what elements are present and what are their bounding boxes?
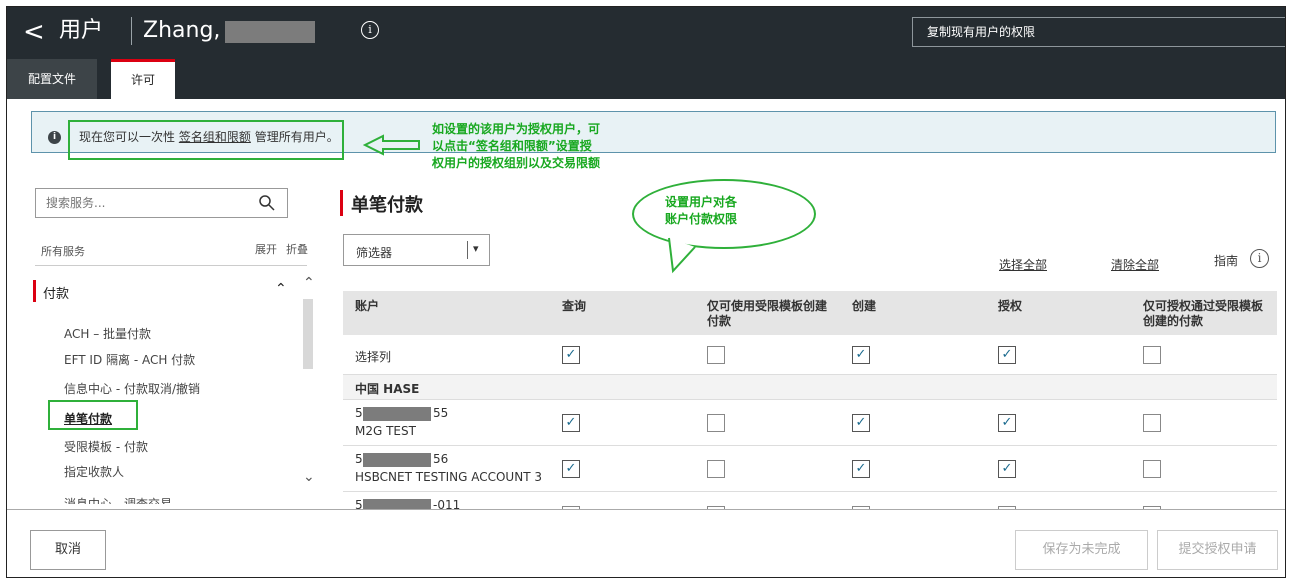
copy-permissions-select[interactable]: 复制现有用户的权限	[912, 17, 1285, 47]
filter-label: 筛选器	[356, 246, 393, 260]
info-icon: i	[48, 131, 61, 144]
checkbox[interactable]: ✓	[998, 414, 1016, 432]
checkbox[interactable]	[707, 460, 725, 478]
title-marker	[340, 190, 343, 216]
account-suffix: -011	[433, 498, 461, 509]
group-label: 中国 HASE	[355, 382, 420, 396]
footer-divider	[7, 509, 1285, 510]
chevron-up-icon[interactable]: ⌃	[275, 281, 287, 297]
redacted-account	[363, 499, 431, 509]
checkbox[interactable]: ✓	[852, 414, 870, 432]
table-row: 5 56 HSBCNET TESTING ACCOUNT 3 ✓ ✓ ✓	[343, 446, 1277, 492]
checkbox[interactable]	[1143, 414, 1161, 432]
sidebar-item-payee[interactable]: 指定收款人	[64, 463, 124, 480]
account-prefix: 5	[355, 406, 363, 420]
checkbox[interactable]: ✓	[562, 414, 580, 432]
sidebar-item-single-payment[interactable]: 单笔付款	[64, 410, 112, 427]
account-suffix: 56	[433, 452, 449, 466]
checkbox[interactable]: ✓	[852, 346, 870, 364]
filter-divider	[467, 241, 468, 259]
select-all-link[interactable]: 选择全部	[999, 256, 1047, 273]
chevron-down-icon: ▾	[473, 242, 479, 255]
scroll-up-icon[interactable]: ⌃	[303, 275, 315, 291]
cancel-button[interactable]: 取消	[30, 530, 106, 570]
clear-all-link[interactable]: 清除全部	[1111, 256, 1159, 273]
checkbox[interactable]: ✓	[562, 460, 580, 478]
account-prefix: 5	[355, 498, 363, 509]
col-restricted-create: 仅可使用受限模板创建 付款	[707, 299, 828, 328]
redacted-account	[363, 407, 431, 421]
redacted-name	[225, 21, 315, 43]
checkbox[interactable]	[1143, 346, 1161, 364]
category-marker	[33, 280, 36, 302]
checkbox[interactable]: ✓	[998, 460, 1016, 478]
filter-dropdown[interactable]: 筛选器 ▾	[343, 234, 490, 266]
tab-bar: 配置文件 许可	[7, 59, 1285, 99]
guide-label[interactable]: 指南	[1214, 252, 1238, 269]
col-create: 创建	[852, 299, 877, 313]
account-name: HSBCNET TESTING ACCOUNT 3	[355, 470, 542, 484]
col-authorize: 授权	[998, 299, 1023, 313]
table-row-select: 选择列 ✓ ✓ ✓	[343, 335, 1277, 375]
checkbox[interactable]: ✓	[998, 346, 1016, 364]
collapse-link[interactable]: 折叠	[286, 241, 308, 257]
sidebar-item-restricted-template[interactable]: 受限模板 - 付款	[64, 438, 148, 455]
section-title: 单笔付款	[351, 195, 423, 216]
highlight-box	[68, 120, 344, 160]
arrow-left-icon	[363, 134, 420, 156]
bubble-tail	[668, 237, 696, 274]
checkbox[interactable]	[707, 414, 725, 432]
bubble-note: 设置用户对各 账户付款权限	[665, 195, 738, 226]
redacted-account	[363, 453, 431, 467]
account-suffix: 55	[433, 406, 449, 420]
divider	[35, 265, 307, 266]
category-payments[interactable]: 付款	[43, 283, 69, 302]
expand-link[interactable]: 展开	[255, 241, 277, 257]
col-account: 账户	[355, 299, 380, 313]
title-divider	[131, 17, 132, 45]
checkbox[interactable]	[707, 346, 725, 364]
table-group-row: 中国 HASE	[343, 375, 1277, 400]
search-icon[interactable]	[258, 194, 276, 212]
tab-permissions[interactable]: 许可	[111, 59, 175, 99]
sidebar-item-eft[interactable]: EFT ID 隔离 - ACH 付款	[64, 351, 195, 368]
app-frame: < 用户 Zhang, i 复制现有用户的权限 配置文件 许可 i 现在您可以一…	[6, 6, 1286, 578]
col-restricted-authorize: 仅可授权通过受限模板 创建的付款	[1143, 299, 1264, 328]
select-row-label: 选择列	[355, 350, 392, 364]
search-box	[35, 188, 288, 218]
scroll-down-icon[interactable]: ⌄	[303, 469, 315, 485]
info-icon[interactable]: i	[1250, 249, 1269, 268]
tab-profile[interactable]: 配置文件	[7, 59, 97, 99]
search-input[interactable]	[46, 196, 246, 210]
checkbox[interactable]: ✓	[562, 346, 580, 364]
col-view: 查询	[562, 299, 587, 313]
sidebar-item-cancel[interactable]: 信息中心 - 付款取消/撤销	[64, 380, 200, 397]
table-header: 账户 查询 仅可使用受限模板创建 付款 创建 授权 仅可授权通过受限模板 创建的…	[343, 291, 1277, 335]
annotation-note: 如设置的该用户为授权用户，可 以点击“签名组和限额”设置授 权用户的授权组别以及…	[432, 122, 601, 170]
sidebar-item-ach[interactable]: ACH – 批量付款	[64, 325, 151, 342]
checkbox[interactable]	[1143, 460, 1161, 478]
table-row: 5 55 M2G TEST ✓ ✓ ✓	[343, 400, 1277, 446]
checkbox[interactable]: ✓	[852, 460, 870, 478]
submit-approval-button[interactable]: 提交授权申请	[1157, 530, 1278, 570]
sidebar-item-inquiry[interactable]: 消息中心 - 调查交易	[64, 495, 172, 504]
info-icon[interactable]: i	[361, 21, 379, 39]
user-name: Zhang,	[143, 18, 221, 43]
table-row: 5 -011	[343, 492, 1277, 509]
save-draft-button[interactable]: 保存为未完成	[1015, 530, 1148, 570]
top-bar: < 用户 Zhang, i 复制现有用户的权限	[7, 7, 1285, 59]
account-prefix: 5	[355, 452, 363, 466]
back-arrow-icon[interactable]: <	[23, 17, 45, 47]
all-services-label: 所有服务	[41, 245, 85, 258]
scrollbar-thumb[interactable]	[303, 299, 313, 369]
page-title: 用户	[59, 18, 104, 43]
account-name: M2G TEST	[355, 424, 416, 438]
